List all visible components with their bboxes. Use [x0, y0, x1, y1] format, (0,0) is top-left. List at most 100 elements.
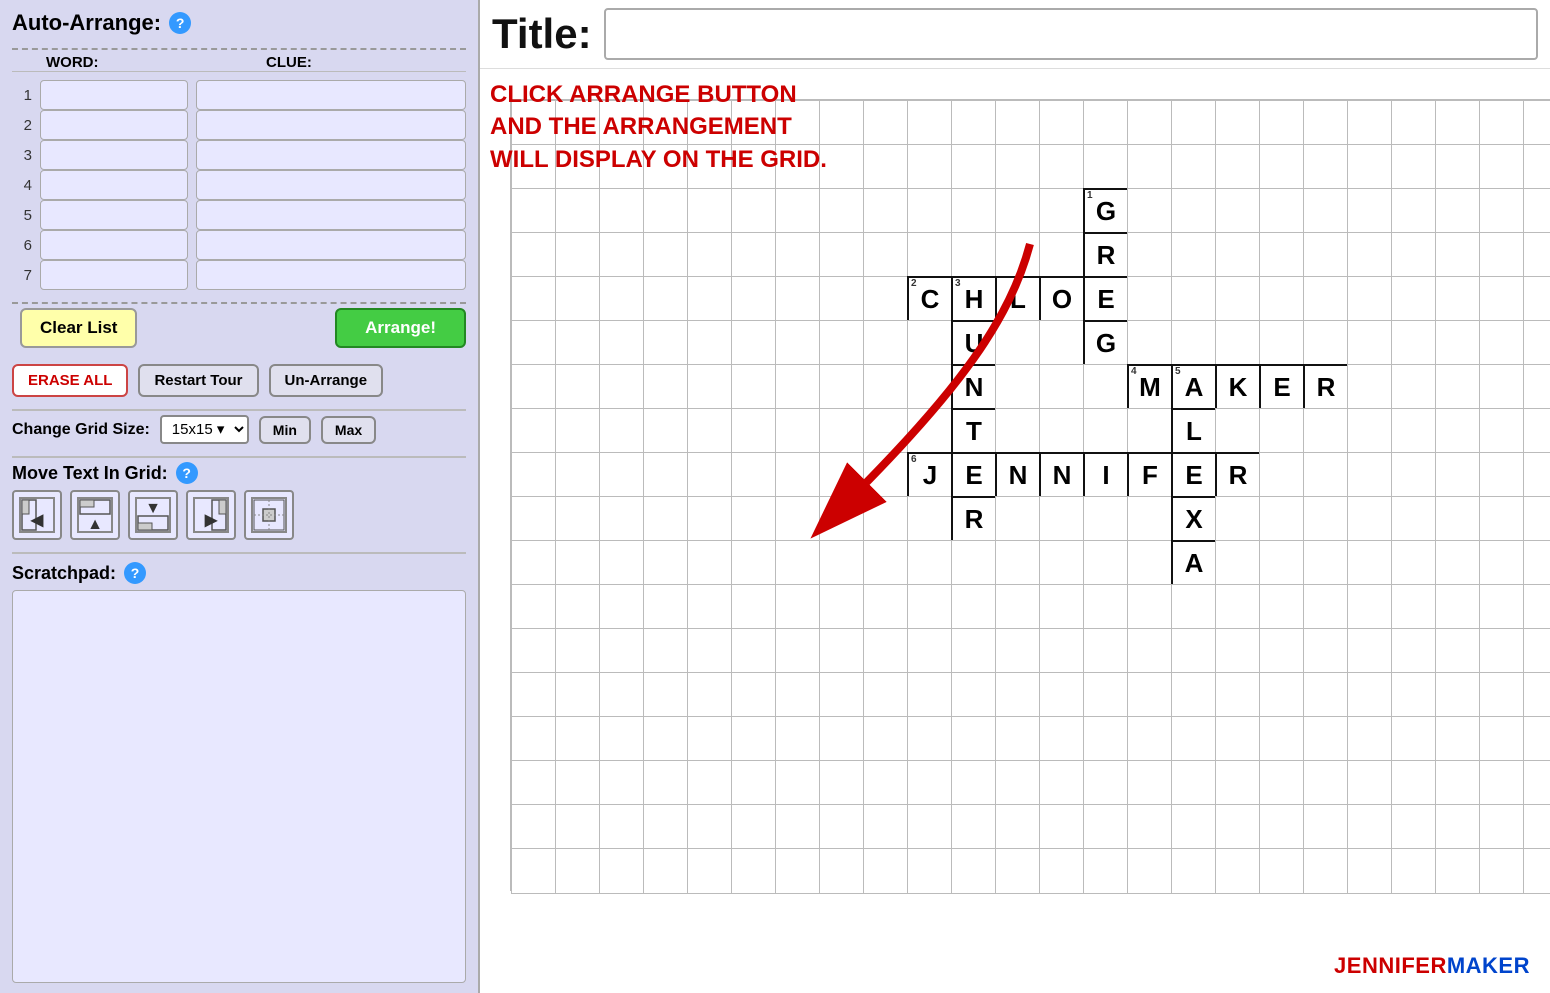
empty-cell — [1435, 232, 1481, 278]
empty-cell — [1347, 496, 1393, 542]
word-input-4[interactable] — [40, 170, 188, 200]
empty-cell — [1391, 188, 1437, 234]
empty-cell — [1215, 232, 1261, 278]
word-row: 2 — [12, 110, 466, 140]
empty-cell — [1039, 232, 1085, 278]
empty-cell — [907, 232, 953, 278]
filled-cell: E — [1259, 364, 1305, 410]
empty-cell — [1171, 716, 1217, 762]
scratchpad-help-icon[interactable]: ? — [124, 562, 146, 584]
empty-cell — [1215, 496, 1261, 542]
empty-cell — [995, 804, 1041, 850]
empty-cell — [819, 320, 865, 366]
center-button[interactable] — [244, 490, 294, 540]
empty-cell — [1127, 584, 1173, 630]
empty-cell — [1259, 452, 1305, 498]
empty-cell — [511, 276, 557, 322]
svg-text:▶: ▶ — [204, 512, 218, 529]
empty-cell — [687, 540, 733, 586]
empty-cell — [907, 408, 953, 454]
move-text-section: Move Text In Grid: ? ◀ ▲ — [12, 456, 466, 544]
min-button[interactable]: Min — [259, 416, 311, 444]
empty-cell — [731, 760, 777, 806]
row-num-4: 4 — [12, 177, 32, 194]
word-input-1[interactable] — [40, 80, 188, 110]
empty-cell — [1479, 540, 1525, 586]
scratchpad-textarea[interactable] — [12, 590, 466, 983]
restart-tour-button[interactable]: Restart Tour — [138, 364, 258, 397]
title-input[interactable] — [604, 8, 1538, 60]
empty-cell — [907, 848, 953, 894]
empty-cell — [1523, 320, 1550, 366]
empty-cell — [907, 584, 953, 630]
clue-input-1[interactable] — [196, 80, 466, 110]
word-input-7[interactable] — [40, 260, 188, 290]
filled-cell: 4M — [1127, 364, 1173, 410]
empty-cell — [555, 320, 601, 366]
svg-text:▼: ▼ — [145, 500, 161, 517]
empty-cell — [731, 364, 777, 410]
empty-cell — [1127, 628, 1173, 674]
erase-all-button[interactable]: ERASE ALL — [12, 364, 128, 397]
auto-arrange-help-icon[interactable]: ? — [169, 12, 191, 34]
unarrange-button[interactable]: Un-Arrange — [269, 364, 384, 397]
empty-cell — [511, 452, 557, 498]
empty-cell — [511, 408, 557, 454]
clue-input-5[interactable] — [196, 200, 466, 230]
grid-size-row: Change Grid Size: 15x15 ▾ 10x10 20x20 25… — [12, 409, 466, 448]
empty-cell — [1347, 584, 1393, 630]
empty-cell — [1039, 672, 1085, 718]
clue-input-6[interactable] — [196, 230, 466, 260]
empty-cell — [511, 540, 557, 586]
empty-cell — [1347, 188, 1393, 234]
empty-cell — [907, 188, 953, 234]
empty-cell — [687, 364, 733, 410]
empty-cell — [599, 584, 645, 630]
empty-cell — [1083, 628, 1129, 674]
empty-cell — [1083, 804, 1129, 850]
move-text-help-icon[interactable]: ? — [176, 462, 198, 484]
empty-cell — [1303, 804, 1349, 850]
word-row: 5 — [12, 200, 466, 230]
move-down-button[interactable]: ▼ — [128, 490, 178, 540]
empty-cell — [1435, 144, 1481, 190]
empty-cell — [555, 760, 601, 806]
empty-cell — [643, 364, 689, 410]
empty-cell — [687, 848, 733, 894]
clue-input-4[interactable] — [196, 170, 466, 200]
empty-cell — [555, 540, 601, 586]
move-left-button[interactable]: ◀ — [12, 490, 62, 540]
move-right-button[interactable]: ▶ — [186, 490, 236, 540]
word-input-3[interactable] — [40, 140, 188, 170]
row-num-6: 6 — [12, 237, 32, 254]
clue-input-7[interactable] — [196, 260, 466, 290]
empty-cell — [599, 100, 645, 146]
empty-cell — [555, 584, 601, 630]
word-input-6[interactable] — [40, 230, 188, 260]
move-up-button[interactable]: ▲ — [70, 490, 120, 540]
clear-list-button[interactable]: Clear List — [20, 308, 137, 348]
max-button[interactable]: Max — [321, 416, 376, 444]
empty-cell — [1303, 144, 1349, 190]
empty-cell — [1479, 716, 1525, 762]
grid-size-select[interactable]: 15x15 ▾ 10x10 20x20 25x25 — [160, 415, 249, 444]
empty-cell — [775, 584, 821, 630]
empty-cell — [951, 672, 997, 718]
filled-cell: 6J — [907, 452, 953, 498]
empty-cell — [1303, 760, 1349, 806]
row-num-3: 3 — [12, 147, 32, 164]
word-input-5[interactable] — [40, 200, 188, 230]
arrange-button[interactable]: Arrange! — [335, 308, 466, 348]
clue-input-2[interactable] — [196, 110, 466, 140]
title-label: Title: — [492, 10, 592, 58]
empty-cell — [951, 716, 997, 762]
empty-cell — [1039, 540, 1085, 586]
empty-cell — [863, 804, 909, 850]
clue-input-3[interactable] — [196, 140, 466, 170]
empty-cell — [511, 100, 557, 146]
empty-cell — [1083, 364, 1129, 410]
crossword-grid: 1GR2C3HLOEUGN4M5AKERTL6JENNIFERRXA — [510, 99, 1550, 891]
word-input-2[interactable] — [40, 110, 188, 140]
brand: JENNIFERMAKER — [1334, 953, 1530, 979]
empty-cell — [511, 584, 557, 630]
